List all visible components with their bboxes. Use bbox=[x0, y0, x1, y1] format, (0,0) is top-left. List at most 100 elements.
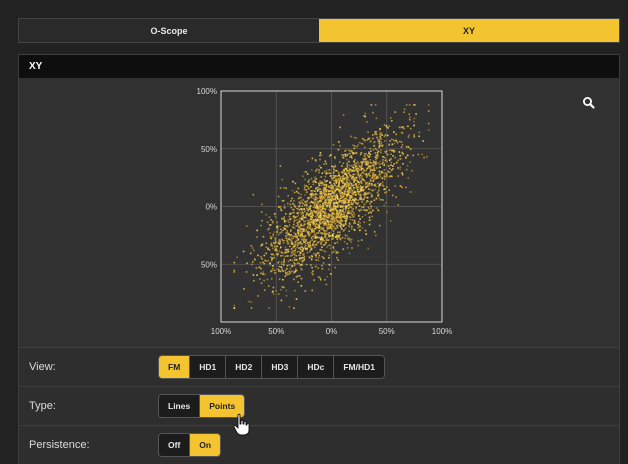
scatter-point bbox=[309, 256, 311, 259]
scatter-point bbox=[351, 210, 354, 212]
scatter-point bbox=[313, 279, 315, 281]
scatter-point bbox=[383, 124, 386, 126]
view-hd1-button[interactable]: HD1 bbox=[190, 356, 227, 378]
scatter-point bbox=[369, 180, 372, 182]
scatter-point bbox=[300, 223, 302, 226]
scatter-point bbox=[342, 156, 344, 159]
scatter-point bbox=[308, 179, 310, 182]
scatter-point bbox=[335, 236, 338, 239]
scatter-point bbox=[329, 247, 332, 249]
scatter-point bbox=[409, 127, 412, 130]
scatter-point bbox=[283, 204, 286, 206]
scatter-point bbox=[394, 156, 397, 159]
scatter-point bbox=[350, 199, 353, 202]
scatter-point bbox=[274, 272, 277, 274]
scatter-point bbox=[313, 223, 316, 226]
scatter-point bbox=[390, 149, 393, 152]
scatter-point bbox=[317, 276, 320, 278]
type-points-button[interactable]: Points bbox=[200, 395, 245, 417]
view-fm-button[interactable]: FM bbox=[159, 356, 191, 378]
scatter-point bbox=[362, 178, 364, 180]
scatter-point bbox=[272, 236, 274, 238]
scatter-point bbox=[319, 197, 321, 199]
scatter-point bbox=[427, 129, 430, 131]
scatter-point bbox=[310, 177, 313, 180]
scatter-point bbox=[332, 168, 335, 171]
scatter-point bbox=[329, 244, 332, 247]
scatter-point bbox=[294, 259, 296, 261]
scatter-point bbox=[364, 191, 367, 194]
scatter-point bbox=[310, 169, 313, 171]
scatter-point bbox=[359, 222, 361, 224]
scatter-point bbox=[373, 231, 376, 233]
scatter-point bbox=[344, 155, 347, 157]
scatter-point bbox=[286, 239, 288, 242]
scatter-point bbox=[249, 252, 252, 255]
scatter-point bbox=[380, 151, 382, 154]
scatter-point bbox=[301, 215, 304, 218]
scatter-point bbox=[336, 226, 339, 229]
scatter-point bbox=[288, 306, 291, 308]
scatter-point bbox=[350, 212, 353, 214]
view-hdc-button[interactable]: HDc bbox=[298, 356, 335, 378]
scatter-point bbox=[321, 268, 324, 270]
scatter-point bbox=[329, 225, 332, 228]
scatter-point bbox=[408, 104, 411, 106]
scatter-point bbox=[320, 166, 322, 169]
scatter-point bbox=[346, 176, 348, 178]
y-tick-label: 0% bbox=[205, 203, 217, 212]
scatter-point bbox=[282, 242, 285, 244]
zoom-button[interactable] bbox=[581, 95, 597, 111]
scatter-point bbox=[350, 241, 352, 243]
scatter-point bbox=[378, 224, 381, 227]
scatter-point bbox=[329, 198, 332, 201]
scatter-point bbox=[334, 198, 337, 201]
scatter-point bbox=[363, 115, 365, 117]
scatter-point bbox=[355, 152, 358, 155]
scatter-point bbox=[402, 163, 404, 165]
scatter-point bbox=[328, 263, 331, 266]
persistence-off-button[interactable]: Off bbox=[159, 434, 191, 456]
scatter-point bbox=[317, 197, 319, 200]
scatter-point bbox=[345, 185, 348, 188]
scatter-point bbox=[355, 191, 357, 193]
scatter-point bbox=[276, 245, 278, 248]
scatter-point bbox=[307, 186, 309, 188]
scatter-point bbox=[356, 162, 358, 164]
scatter-point bbox=[395, 161, 398, 164]
scatter-point bbox=[363, 153, 366, 155]
scatter-point bbox=[281, 178, 284, 181]
scatter-point bbox=[336, 209, 338, 212]
scatter-point bbox=[310, 264, 312, 266]
scatter-point bbox=[303, 238, 305, 240]
scatter-point bbox=[299, 211, 302, 214]
scatter-point bbox=[367, 160, 369, 163]
scatter-point bbox=[287, 242, 290, 245]
view-hd3-button[interactable]: HD3 bbox=[262, 356, 299, 378]
scatter-point bbox=[343, 193, 346, 195]
tab-o-scope[interactable]: O-Scope bbox=[19, 19, 319, 42]
scatter-point bbox=[371, 182, 374, 185]
view-hd2-button[interactable]: HD2 bbox=[226, 356, 263, 378]
scatter-point bbox=[383, 135, 386, 137]
scatter-point bbox=[368, 182, 371, 185]
type-lines-button[interactable]: Lines bbox=[159, 395, 201, 417]
scatter-point bbox=[372, 209, 374, 212]
scatter-point bbox=[306, 222, 309, 224]
x-tick-label: 50% bbox=[379, 327, 395, 336]
scatter-point bbox=[295, 190, 298, 193]
scatter-point bbox=[406, 164, 409, 167]
view-fm-hd1-button[interactable]: FM/HD1 bbox=[334, 356, 384, 378]
persistence-on-button[interactable]: On bbox=[190, 434, 221, 456]
scatter-point bbox=[302, 175, 304, 177]
scatter-point bbox=[372, 172, 375, 174]
scatter-point bbox=[342, 114, 345, 116]
scatter-point bbox=[304, 244, 307, 247]
scatter-point bbox=[353, 219, 356, 222]
scatter-point bbox=[324, 193, 327, 195]
tab-xy[interactable]: XY bbox=[319, 19, 619, 42]
scatter-point bbox=[326, 204, 329, 207]
scatter-point bbox=[367, 131, 369, 133]
scatter-point bbox=[359, 193, 362, 195]
scatter-point bbox=[304, 242, 307, 244]
